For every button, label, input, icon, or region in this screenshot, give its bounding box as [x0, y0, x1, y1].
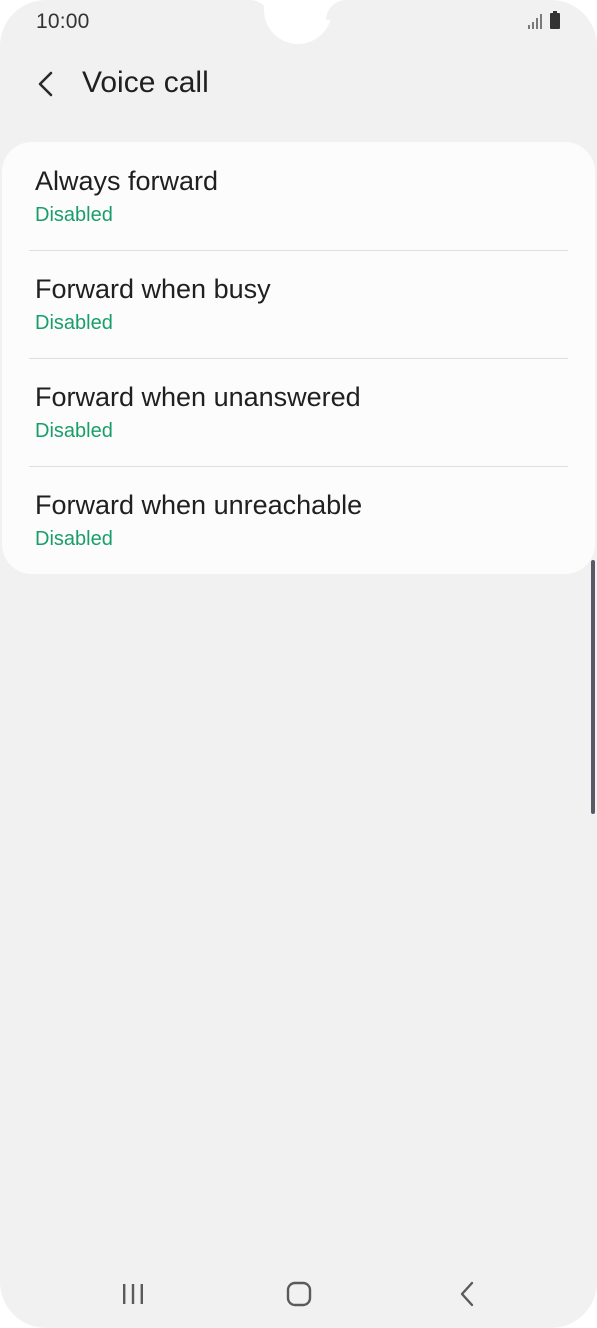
- chevron-left-icon: [38, 71, 53, 97]
- back-nav-button[interactable]: [437, 1272, 497, 1316]
- back-icon: [460, 1281, 474, 1307]
- list-item-always-forward[interactable]: Always forward Disabled: [2, 142, 595, 250]
- signal-icon: [528, 14, 542, 29]
- phone-screen: 10:00 Voice call Always forward Disabled: [0, 0, 597, 1328]
- item-label: Forward when busy: [35, 274, 271, 304]
- app-header: Voice call: [0, 44, 597, 124]
- scrollbar[interactable]: [591, 560, 595, 814]
- item-status: Disabled: [35, 420, 113, 442]
- item-status: Disabled: [35, 204, 113, 226]
- list-item-forward-when-unanswered[interactable]: Forward when unanswered Disabled: [2, 358, 595, 466]
- recent-apps-icon: [123, 1284, 143, 1304]
- item-label: Always forward: [35, 166, 219, 196]
- home-button[interactable]: [269, 1272, 329, 1316]
- notch-shoulder-right: [326, 0, 356, 20]
- recent-apps-button[interactable]: [103, 1272, 163, 1316]
- camera-notch: [264, 0, 332, 44]
- status-time: 10:00: [36, 10, 90, 33]
- item-status: Disabled: [35, 528, 113, 550]
- page-title: Voice call: [82, 66, 209, 99]
- item-status: Disabled: [35, 312, 113, 334]
- navigation-bar: [0, 1258, 597, 1328]
- call-forwarding-list: Always forward Disabled Forward when bus…: [2, 142, 595, 574]
- battery-icon: [550, 11, 560, 29]
- list-item-forward-when-busy[interactable]: Forward when busy Disabled: [2, 250, 595, 358]
- back-button[interactable]: [24, 62, 68, 106]
- list-item-forward-when-unreachable[interactable]: Forward when unreachable Disabled: [2, 466, 595, 574]
- item-label: Forward when unreachable: [35, 490, 363, 520]
- status-bar: 10:00: [0, 0, 597, 44]
- item-label: Forward when unanswered: [35, 382, 361, 412]
- home-icon: [286, 1281, 312, 1307]
